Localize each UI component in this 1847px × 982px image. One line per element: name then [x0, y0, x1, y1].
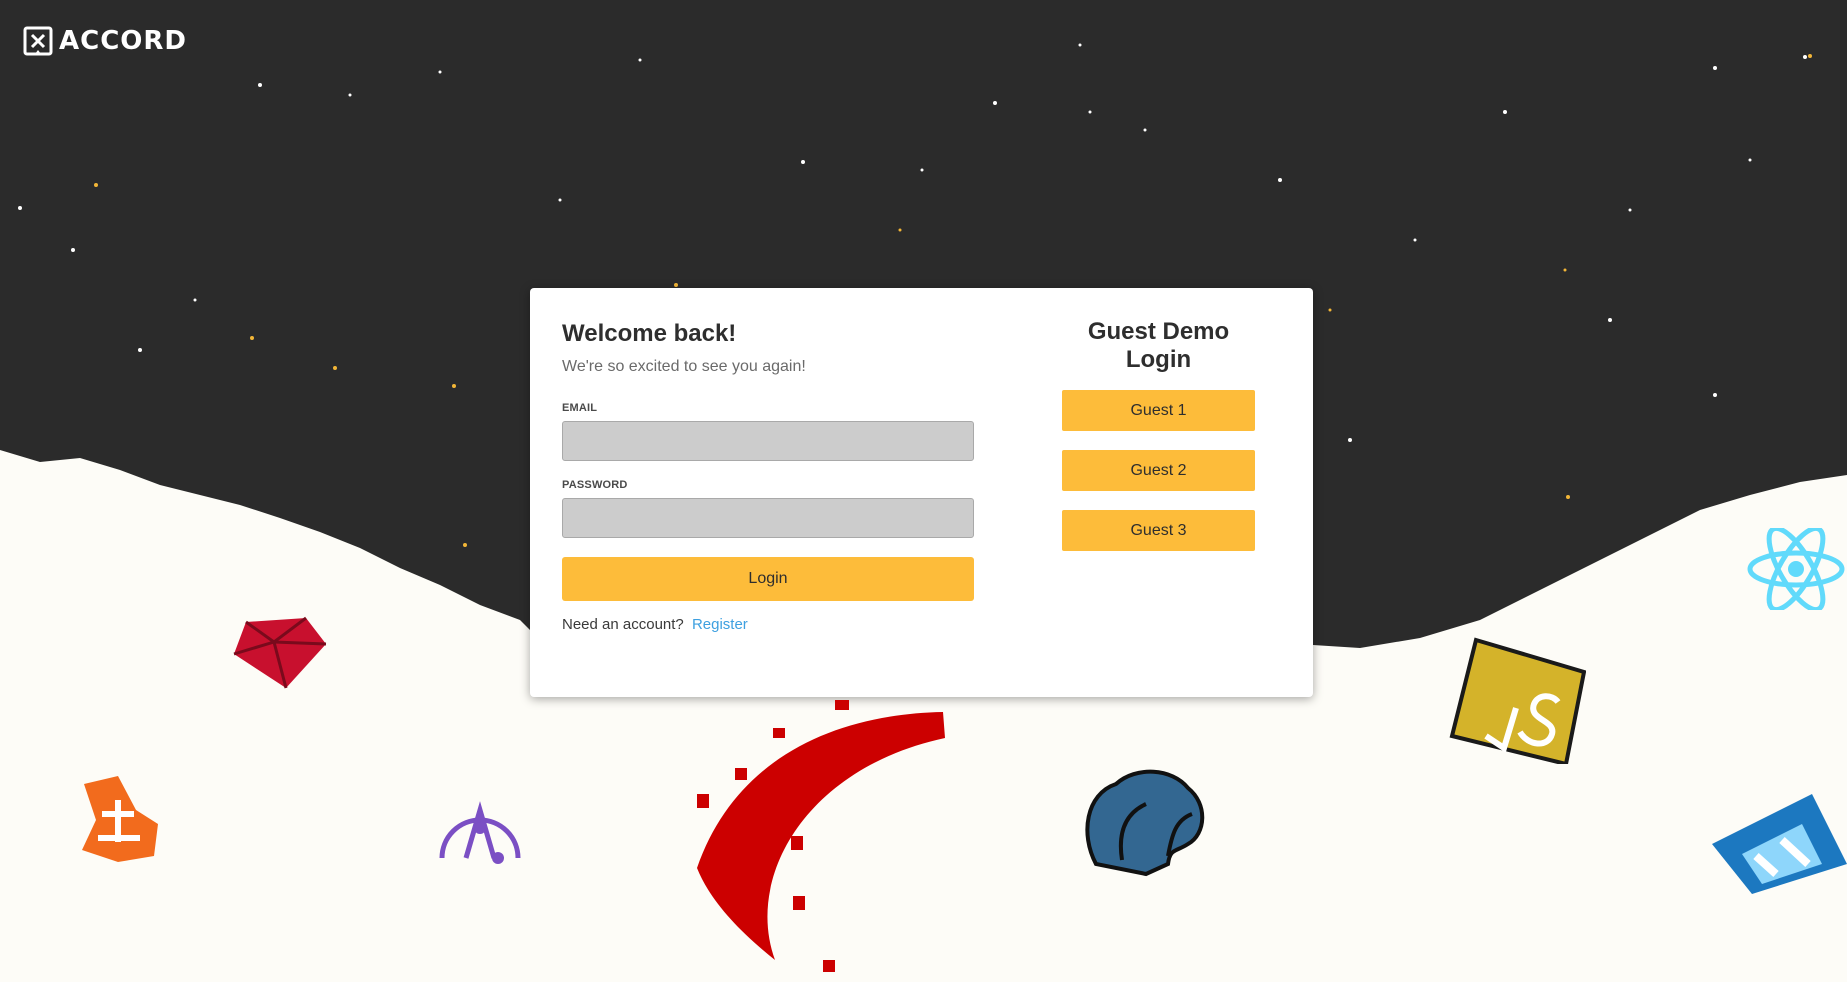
login-button[interactable]: Login — [562, 557, 974, 601]
postgres-icon — [1085, 769, 1205, 877]
guest-2-button[interactable]: Guest 2 — [1062, 450, 1255, 491]
webpack-icon — [1712, 794, 1847, 894]
password-field[interactable] — [562, 498, 974, 538]
ruby-icon — [233, 616, 327, 689]
login-card: Welcome back! We're so excited to see yo… — [530, 288, 1313, 697]
guest-login-panel: Guest Demo Login Guest 1 Guest 2 Guest 3 — [1062, 318, 1255, 551]
register-prompt: Need an account? — [562, 616, 684, 633]
accord-logo-icon — [23, 26, 53, 56]
password-label: PASSWORD — [562, 479, 628, 491]
email-field[interactable] — [562, 421, 974, 461]
login-title: Welcome back! — [562, 320, 737, 347]
rails-icon — [697, 700, 945, 972]
guest-1-button[interactable]: Guest 1 — [1062, 390, 1255, 431]
login-subtitle: We're so excited to see you again! — [562, 358, 806, 375]
email-label: EMAIL — [562, 402, 598, 414]
apollo-icon — [439, 801, 521, 864]
ember-icon — [82, 776, 158, 862]
guest-title: Guest Demo Login — [1087, 318, 1230, 373]
react-icon — [1747, 528, 1845, 610]
login-form: Welcome back! We're so excited to see yo… — [562, 320, 974, 633]
brand-logo[interactable]: ACCORD — [23, 26, 187, 56]
javascript-icon — [1449, 637, 1586, 764]
register-link[interactable]: Register — [692, 616, 748, 633]
guest-3-button[interactable]: Guest 3 — [1062, 510, 1255, 551]
brand-name: ACCORD — [59, 26, 187, 56]
register-row: Need an account? Register — [562, 616, 974, 633]
